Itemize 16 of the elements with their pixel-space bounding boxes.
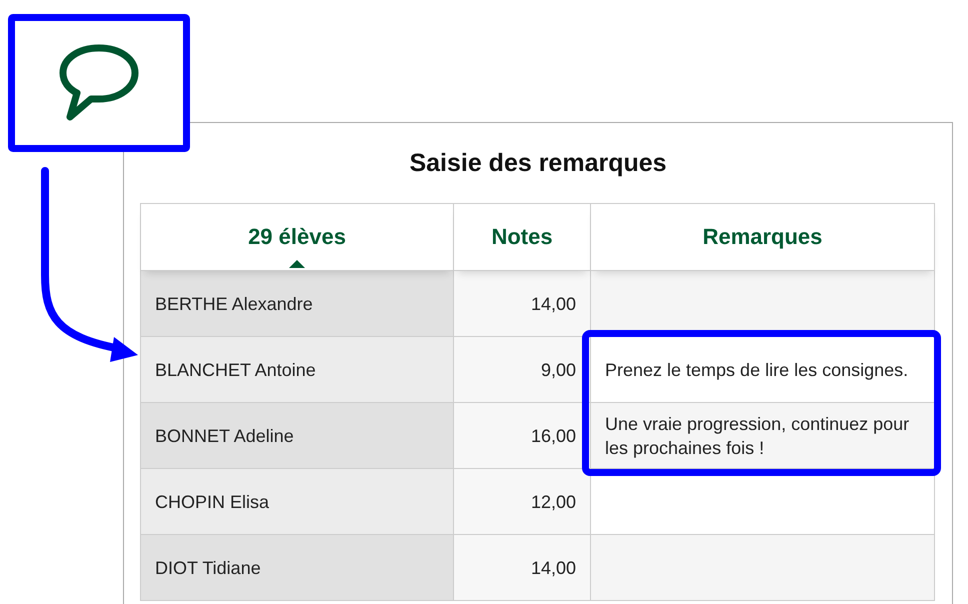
table-cell: BERTHE Alexandre: [141, 271, 454, 337]
table-cell: 12,00: [454, 469, 591, 535]
panel-title: Saisie des remarques: [408, 148, 668, 178]
table-cell: DIOT Tidiane: [141, 535, 454, 601]
column-header[interactable]: 29 élèves: [141, 204, 454, 271]
table-cell: BONNET Adeline: [141, 403, 454, 469]
table-cell: 16,00: [454, 403, 591, 469]
table-cell: Une vraie progression, continuez pour les prochaines fois !: [591, 403, 935, 469]
speech-bubble-icon: [57, 43, 141, 123]
table-cell: CHOPIN Elisa: [141, 469, 454, 535]
table-cell: 14,00: [454, 271, 591, 337]
column-header[interactable]: Remarques: [591, 204, 935, 271]
table-cell: BLANCHET Antoine: [141, 337, 454, 403]
column-header[interactable]: Notes: [454, 204, 591, 271]
table-cell: 14,00: [454, 535, 591, 601]
table-cell: 9,00: [454, 337, 591, 403]
